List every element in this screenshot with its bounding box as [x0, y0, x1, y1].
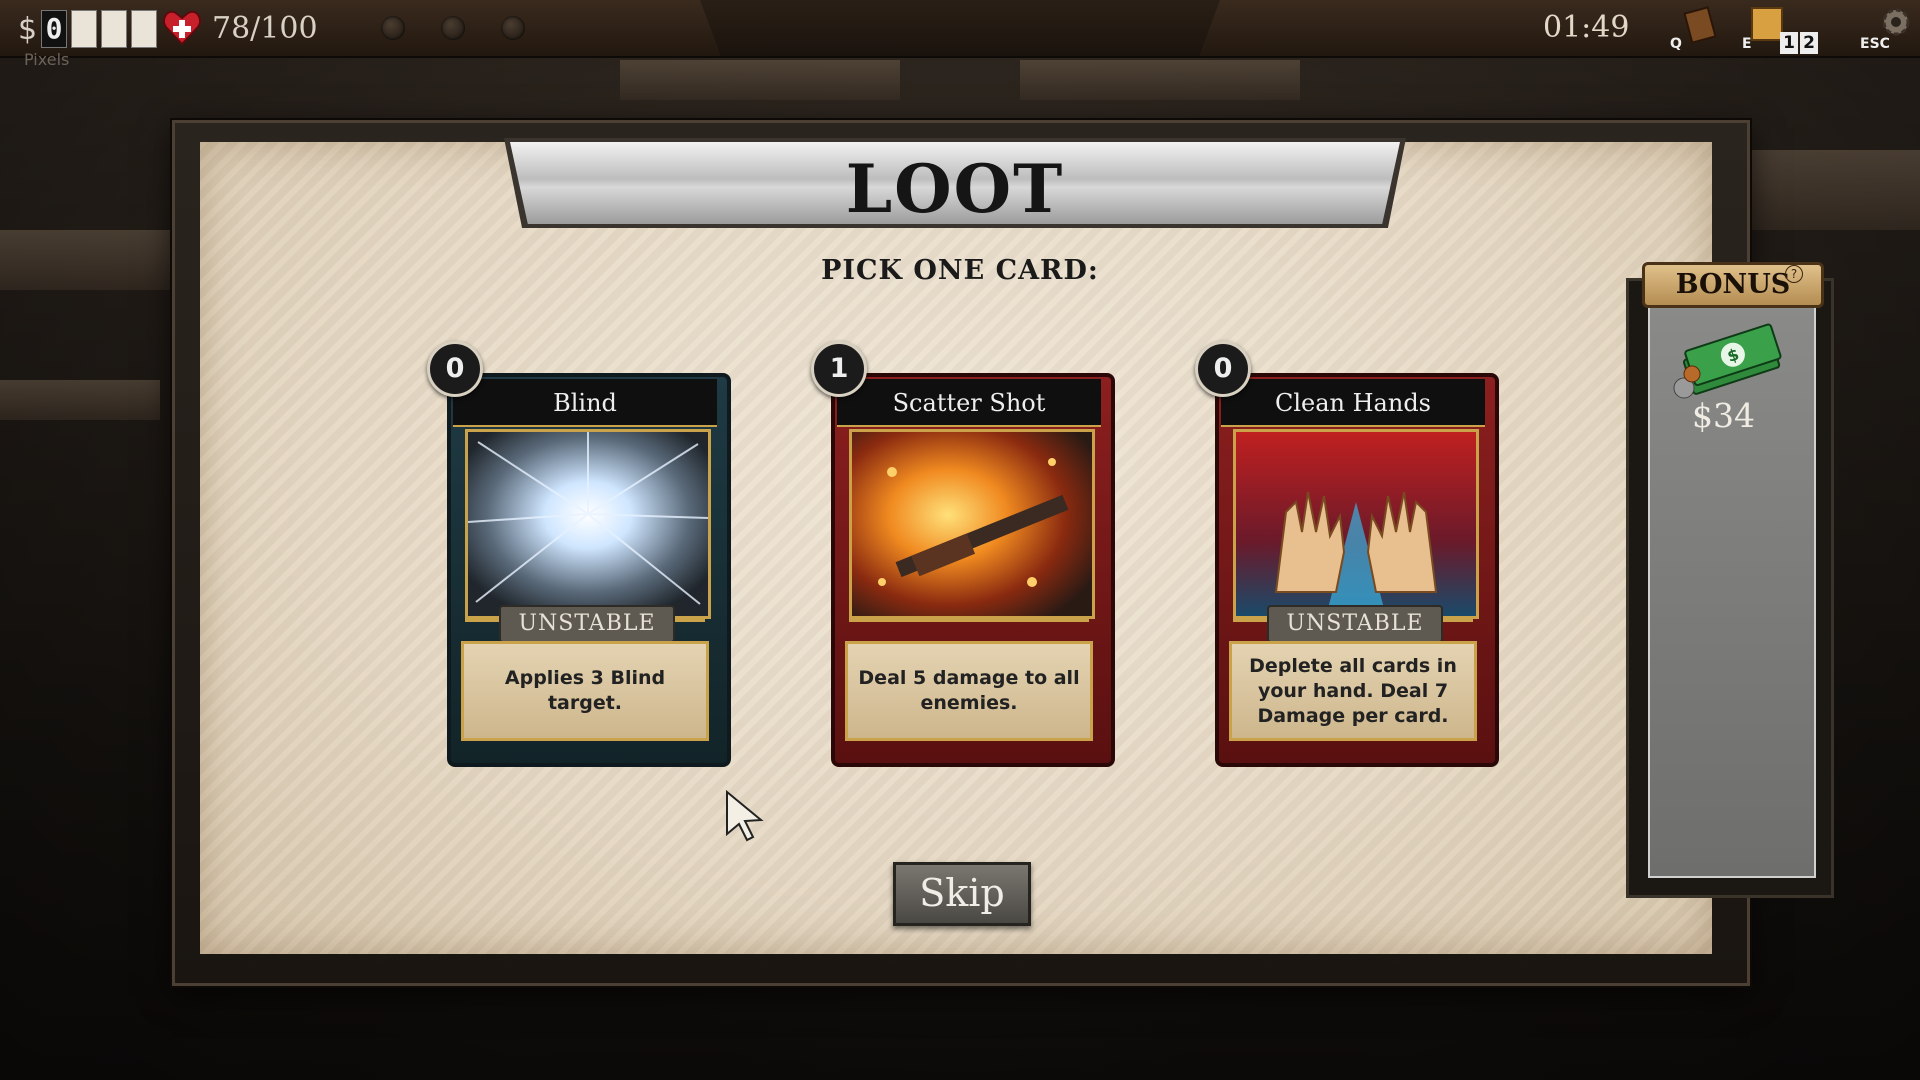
shotgun-blast-art — [849, 429, 1095, 619]
card-description: Applies 3 Blind target. — [461, 641, 709, 741]
hotkey-e-label: E — [1742, 36, 1752, 52]
money-digit — [71, 10, 98, 48]
settings-button[interactable]: ESC — [1860, 0, 1920, 56]
mouse-cursor-icon — [725, 789, 769, 842]
card-name: Clean Hands — [1221, 379, 1485, 427]
relic-slot[interactable] — [441, 16, 465, 40]
hud-notch — [700, 0, 1220, 56]
background-beam — [1020, 60, 1300, 100]
background-beam — [1750, 150, 1920, 230]
card-description: Deplete all cards in your hand. Deal 7 D… — [1229, 641, 1477, 741]
background-beam — [620, 60, 900, 100]
card-description: Deal 5 damage to all enemies. — [845, 641, 1093, 741]
bonus-help-icon[interactable]: ? — [1785, 265, 1803, 283]
card-name: Blind — [453, 379, 717, 427]
background-beam — [0, 380, 160, 420]
bonus-amount: $34 — [1692, 396, 1755, 435]
card-cost: 1 — [811, 341, 867, 397]
deck-count-badges: 1 2 — [1780, 32, 1818, 54]
raised-hands-art — [1233, 429, 1479, 619]
loot-title: LOOT — [845, 150, 1065, 228]
hotkey-q-label: Q — [1670, 36, 1682, 52]
money-counter: $ 0 — [18, 10, 158, 48]
health-text: 78/100 — [212, 10, 318, 46]
background-beam — [0, 230, 170, 290]
money-digit — [131, 10, 158, 48]
blind-flash-art — [465, 429, 711, 619]
book-icon — [1683, 6, 1717, 44]
run-timer: 01:49 — [1543, 10, 1630, 45]
journal-button[interactable]: Q — [1670, 0, 1730, 56]
card-divider — [849, 618, 1089, 622]
loot-card-clean-hands[interactable]: Clean Hands UNSTABLE Deplete all cards i… — [1195, 341, 1499, 767]
card-tag-unstable: UNSTABLE — [499, 605, 675, 643]
cash-stack-icon[interactable]: $ — [1668, 322, 1792, 402]
hotkey-esc-label: ESC — [1860, 36, 1890, 52]
loot-card-scatter-shot[interactable]: Scatter Shot Deal 5 damage to all enemie… — [811, 341, 1115, 767]
card-cost: 0 — [427, 341, 483, 397]
relic-slot[interactable] — [381, 16, 405, 40]
pixels-label: Pixels — [24, 50, 70, 69]
skip-button[interactable]: Skip — [893, 862, 1031, 926]
deck-count: 2 — [1800, 32, 1818, 54]
health-display: 78/100 — [162, 8, 318, 48]
pick-card-prompt: PICK ONE CARD: — [821, 255, 1099, 286]
dollar-sign: $ — [18, 11, 38, 47]
relic-slot[interactable] — [501, 16, 525, 40]
card-name: Scatter Shot — [837, 379, 1101, 427]
money-digit — [101, 10, 128, 48]
health-heart-icon — [162, 8, 202, 48]
card-cost: 0 — [1195, 341, 1251, 397]
money-digit: 0 — [41, 10, 68, 48]
loot-card-blind[interactable]: Blind UNSTABLE Applies 3 Blind target. 0 — [427, 341, 731, 767]
card-tag-unstable: UNSTABLE — [1267, 605, 1443, 643]
deck-count: 1 — [1780, 32, 1798, 54]
